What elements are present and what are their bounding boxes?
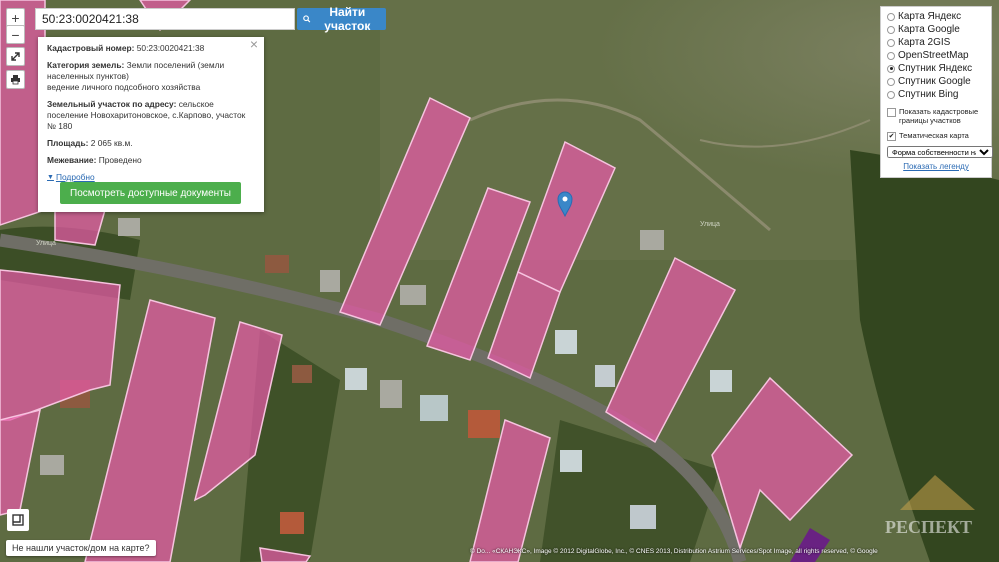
fullscreen-icon[interactable]	[6, 47, 25, 66]
radio-selected-icon	[887, 64, 895, 73]
category-row: Категория земель: Земли поселений (земли…	[47, 60, 225, 92]
survey-row: Межевание: Проведено	[47, 155, 142, 165]
layer-option[interactable]: OpenStreetMap	[887, 49, 985, 62]
radio-icon	[887, 12, 895, 21]
layer-option[interactable]: Спутник Google	[887, 75, 985, 88]
layer-switcher: Карта Яндекс Карта Google Карта 2GIS Ope…	[880, 6, 993, 178]
layer-option[interactable]: Карта 2GIS	[887, 36, 985, 49]
show-legend-link[interactable]: Показать легенду	[887, 162, 985, 171]
layer-option[interactable]: Спутник Яндекс	[887, 62, 985, 75]
checkbox-icon	[887, 108, 896, 117]
address-row: Земельный участок по адресу: сельское по…	[47, 99, 246, 131]
triangle-down-icon: ▼	[47, 174, 54, 181]
radio-icon	[887, 51, 895, 60]
map-attribution: © Do... «СКАНЭКС», Image © 2012 DigitalG…	[470, 548, 878, 555]
road-label: Улица	[36, 240, 56, 247]
radio-icon	[887, 77, 895, 86]
close-icon[interactable]: ×	[250, 37, 258, 51]
svg-text:РЕСПЕКТ: РЕСПЕКТ	[885, 517, 972, 537]
parcel-info-popup: × Кадастровый номер: 50:23:0020421:38 Ка…	[38, 37, 264, 212]
road-label: Улица	[700, 221, 720, 228]
search-button[interactable]: Найти участок	[297, 5, 386, 33]
ownership-select[interactable]: Форма собственности на уч	[887, 146, 993, 158]
layer-option[interactable]: Карта Яндекс	[887, 10, 985, 23]
layer-option[interactable]: Спутник Bing	[887, 88, 985, 101]
radio-icon	[887, 25, 895, 34]
not-found-link[interactable]: Не нашли участок/дом на карте?	[6, 540, 156, 556]
layers-toggle-icon[interactable]	[7, 509, 29, 531]
thematic-checkbox[interactable]: ✔ Тематическая карта	[887, 131, 985, 141]
checkbox-checked-icon: ✔	[887, 132, 896, 141]
area-row: Площадь: 2 065 кв.м.	[47, 138, 133, 148]
layer-option[interactable]: Карта Google	[887, 23, 985, 36]
zoom-out-button[interactable]: −	[6, 25, 25, 44]
search-icon	[303, 15, 311, 23]
view-documents-button[interactable]: Посмотреть доступные документы	[60, 182, 241, 204]
cadastral-row: Кадастровый номер: 50:23:0020421:38	[47, 43, 205, 53]
radio-icon	[887, 90, 895, 99]
search-button-label: Найти участок	[324, 5, 371, 33]
cadastral-checkbox[interactable]: Показать кадастровые границы участков	[887, 107, 985, 125]
radio-icon	[887, 38, 895, 47]
print-icon[interactable]	[6, 70, 25, 89]
search-input[interactable]	[35, 8, 295, 30]
